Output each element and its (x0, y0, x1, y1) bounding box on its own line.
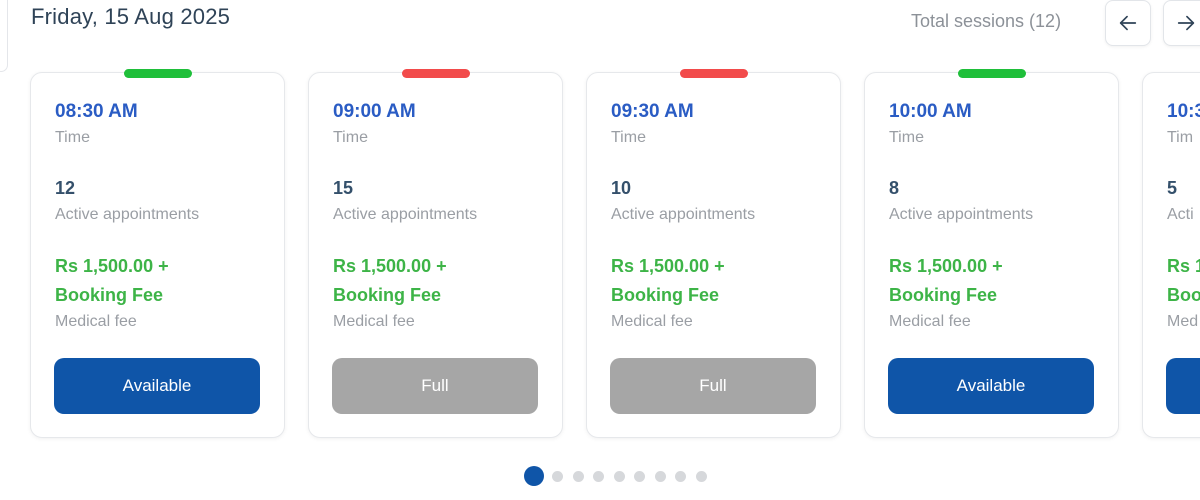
medical-fee-label: Med (1167, 313, 1199, 330)
pagination-dot[interactable] (695, 470, 707, 482)
pagination-dot[interactable] (613, 470, 625, 482)
availability-button[interactable]: Full (610, 358, 816, 414)
active-appointments-count: 10 (611, 178, 632, 198)
next-button[interactable] (1163, 0, 1200, 46)
session-time: 10:3 (1167, 101, 1200, 122)
pagination-dot[interactable] (654, 470, 666, 482)
pagination-dot[interactable] (634, 470, 645, 482)
arrow-right-icon (1177, 15, 1195, 31)
booking-fee-text: Booking Fee (889, 285, 998, 305)
booking-fee-text: Booking Fee (611, 285, 720, 305)
active-appointments-label: Active appointments (333, 206, 478, 223)
pagination-dot[interactable] (524, 466, 544, 486)
active-appointments-label: Active appointments (55, 206, 200, 223)
active-appointments-label: Active appointments (611, 206, 756, 223)
active-appointments-count: 15 (333, 178, 354, 198)
session-time-label: Time (55, 129, 90, 146)
total-sessions-count: Total sessions (12) (911, 11, 1062, 31)
medical-fee-label: Medical fee (611, 313, 693, 330)
medical-fee-label: Medical fee (333, 313, 415, 330)
session-card: 08:30 AM Time 12 Active appointments Rs … (30, 69, 285, 438)
availability-button[interactable]: Available (54, 358, 260, 414)
medical-fee-label: Medical fee (889, 313, 971, 330)
session-time: 08:30 AM (55, 101, 138, 122)
active-appointments-count: 5 (1167, 178, 1178, 198)
pagination-dot[interactable] (552, 470, 563, 482)
fee-amount: Rs 1,500.00 + (889, 256, 1003, 276)
pagination-dot[interactable] (572, 470, 584, 482)
session-time: 09:30 AM (611, 101, 694, 122)
session-card: 09:30 AM Time 10 Active appointments Rs … (586, 69, 841, 438)
active-appointments-label: Active appointments (889, 206, 1034, 223)
active-appointments-count: 8 (889, 178, 900, 198)
status-indicator (679, 69, 748, 78)
session-card: 10:3 Tim 5 Acti Rs 1 Boo Med (1142, 72, 1200, 438)
availability-button[interactable]: Available (888, 358, 1094, 414)
fee-amount: Rs 1,500.00 + (611, 256, 725, 276)
booking-fee-text: Booking Fee (55, 285, 164, 305)
active-appointments-label: Acti (1167, 206, 1194, 223)
pagination-dot[interactable] (675, 470, 686, 482)
fee-amount: Rs 1 (1167, 256, 1200, 276)
carousel-pagination (524, 466, 716, 486)
status-indicator (401, 69, 470, 78)
previous-button[interactable] (1105, 0, 1151, 46)
availability-button[interactable] (1166, 358, 1200, 414)
arrow-left-icon (1119, 15, 1137, 31)
session-time-label: Time (889, 129, 924, 146)
fee-amount: Rs 1,500.00 + (333, 256, 447, 276)
session-time: 10:00 AM (889, 101, 972, 122)
availability-button[interactable]: Full (332, 358, 538, 414)
booking-fee-text: Boo (1167, 285, 1200, 305)
pagination-dot[interactable] (593, 470, 604, 482)
status-indicator (957, 69, 1026, 78)
session-time: 09:00 AM (333, 101, 416, 122)
session-card: 09:00 AM Time 15 Active appointments Rs … (308, 69, 563, 438)
status-indicator (123, 69, 192, 78)
medical-fee-label: Medical fee (55, 313, 137, 330)
sessions-carousel: 08:30 AM Time 12 Active appointments Rs … (0, 60, 1200, 450)
session-time-label: Tim (1167, 129, 1194, 146)
selected-date: Friday, 15 Aug 2025 (31, 4, 231, 29)
booking-fee-text: Booking Fee (333, 285, 442, 305)
fee-amount: Rs 1,500.00 + (55, 256, 169, 276)
session-time-label: Time (611, 129, 646, 146)
session-time-label: Time (333, 129, 368, 146)
active-appointments-count: 12 (55, 178, 76, 198)
session-card: 10:00 AM Time 8 Active appointments Rs 1… (864, 69, 1119, 438)
